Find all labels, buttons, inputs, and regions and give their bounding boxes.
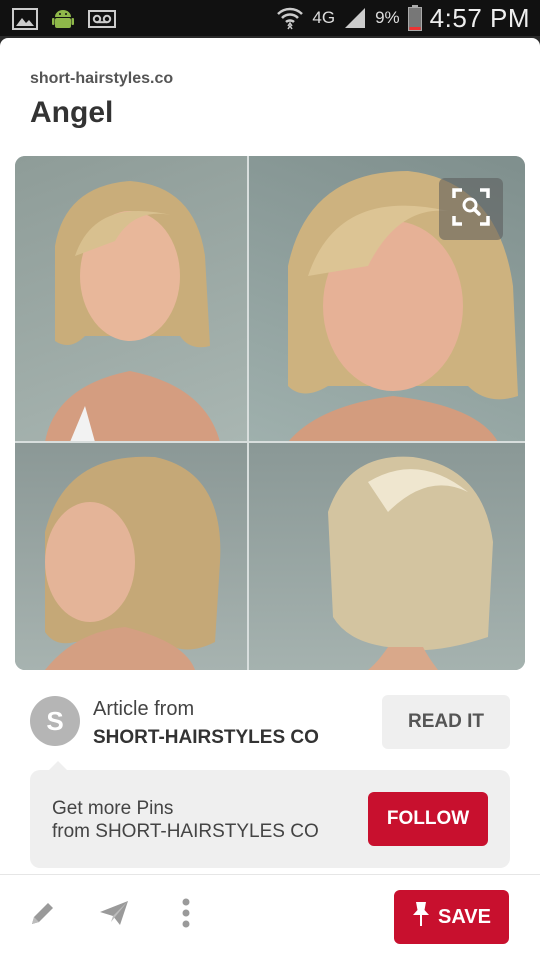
image-icon	[12, 8, 38, 30]
image-divider-horizontal	[15, 441, 525, 443]
article-label: Article from	[93, 698, 195, 720]
more-options-button[interactable]	[171, 898, 201, 933]
network-type: 4G	[312, 8, 336, 27]
wifi-icon	[276, 5, 304, 31]
save-button[interactable]: SAVE	[394, 890, 509, 944]
follow-line-1: Get more Pins	[52, 798, 174, 819]
source-avatar[interactable]: S	[30, 696, 80, 746]
source-domain[interactable]: short-hairstyles.co	[30, 70, 173, 88]
android-icon	[52, 7, 74, 31]
visual-search-icon	[451, 187, 491, 232]
pin-image[interactable]	[15, 156, 525, 670]
edit-button[interactable]	[28, 900, 58, 930]
status-bar: 4G 9% 4:57 PM	[0, 0, 540, 36]
visual-search-button[interactable]	[439, 178, 503, 240]
follow-line-2: from SHORT-HAIRSTYLES CO	[52, 821, 319, 842]
pin-icon	[412, 901, 430, 933]
more-icon	[181, 898, 191, 933]
clock: 4:57 PM	[429, 2, 530, 33]
image-divider-vertical	[247, 156, 249, 670]
follow-button[interactable]: FOLLOW	[368, 792, 488, 846]
voicemail-icon	[88, 10, 116, 28]
photo-profile-view	[15, 442, 248, 670]
send-icon	[98, 898, 130, 933]
edit-icon	[28, 898, 58, 933]
pin-card: short-hairstyles.co Angel S Article from…	[0, 38, 540, 960]
send-button[interactable]	[99, 900, 129, 930]
follow-prompt: Get more Pins from SHORT-HAIRSTYLES CO F…	[30, 761, 510, 868]
signal-icon	[343, 7, 367, 29]
article-source[interactable]: SHORT-HAIRSTYLES CO	[93, 727, 319, 749]
photo-back-view	[248, 442, 525, 670]
save-label: SAVE	[438, 905, 491, 928]
battery-percent: 9%	[375, 8, 400, 27]
bottom-divider	[0, 874, 540, 875]
pin-title: Angel	[30, 96, 114, 129]
battery-icon	[407, 5, 422, 31]
photo-front-view	[15, 156, 248, 442]
read-it-button[interactable]: READ IT	[382, 695, 510, 749]
follow-message: Get more Pins from SHORT-HAIRSTYLES CO	[52, 797, 319, 843]
